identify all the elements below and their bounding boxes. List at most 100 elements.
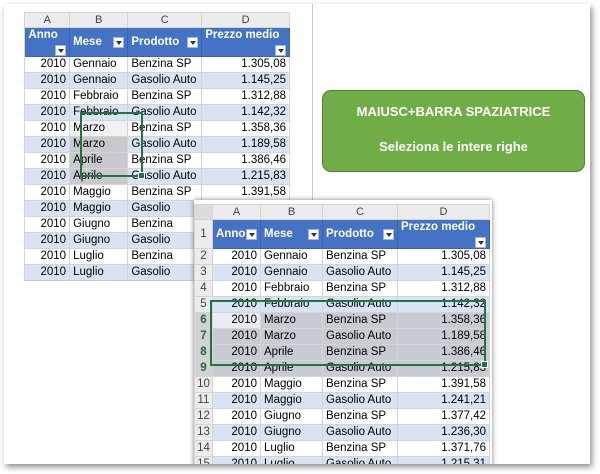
cell-mese[interactable]: Gennaio xyxy=(260,264,323,281)
cell-prodotto[interactable]: Benzina SP xyxy=(128,281,202,282)
cell-anno[interactable]: 2010 xyxy=(24,120,71,137)
cell-prezzo[interactable]: 1.241,21 xyxy=(397,392,490,409)
cell-prezzo[interactable]: 1.215,31 xyxy=(397,456,490,464)
cell-anno[interactable]: 2010 xyxy=(24,184,71,201)
cell-anno[interactable]: 2010 xyxy=(24,168,71,185)
cell-mese[interactable]: Aprile xyxy=(69,168,129,185)
cell-prodotto[interactable]: Gasolio Auto xyxy=(322,424,398,441)
cell-mese[interactable]: Luglio xyxy=(69,264,129,280)
cell-anno[interactable]: 2010 xyxy=(212,376,261,393)
row-header[interactable]: 14 xyxy=(194,440,213,457)
cell-anno[interactable]: 2010 xyxy=(212,440,261,457)
row-header[interactable]: 8 xyxy=(194,344,213,361)
cell-mese[interactable]: Giugno xyxy=(69,216,129,233)
cell-mese[interactable]: Maggio xyxy=(260,392,323,409)
cell-prodotto[interactable]: Gasolio xyxy=(127,200,203,217)
cell-prodotto[interactable]: Benzina SP xyxy=(127,56,203,73)
cell-prezzo[interactable]: 1.358,36 xyxy=(397,312,490,329)
chevron-down-icon[interactable] xyxy=(308,228,319,240)
cell-mese[interactable]: Marzo xyxy=(69,120,129,137)
cell-prezzo[interactable]: 1.358,36 xyxy=(201,120,290,137)
column-header-a[interactable]: A xyxy=(212,204,261,220)
cell-mese[interactable]: Gennaio xyxy=(69,56,129,73)
column-header-d[interactable]: D xyxy=(397,204,490,220)
cell-prodotto[interactable]: Gasolio Auto xyxy=(322,360,398,377)
cell-mese[interactable]: Giugno xyxy=(69,232,129,249)
cell-anno[interactable]: 2010 xyxy=(212,360,261,377)
cell-anno[interactable]: 2010 xyxy=(24,56,71,73)
column-header-b[interactable]: B xyxy=(260,204,323,220)
cell-anno[interactable]: 2010 xyxy=(212,344,261,361)
cell-mese[interactable]: Maggio xyxy=(69,184,129,201)
cell-anno[interactable]: 2010 xyxy=(25,281,70,282)
cell-mese[interactable]: Luglio xyxy=(260,440,323,457)
cell-anno[interactable]: 2010 xyxy=(212,312,261,329)
cell-prezzo[interactable]: 1.142,32 xyxy=(201,104,290,121)
cell-prezzo[interactable]: 1.189,58 xyxy=(201,136,290,153)
cell-prodotto[interactable]: Benzina SP xyxy=(322,440,398,457)
header-cell-anno[interactable]: Anno xyxy=(212,219,261,249)
cell-anno[interactable]: 2010 xyxy=(24,264,71,280)
cell-prezzo[interactable]: 1.377,42 xyxy=(397,408,490,425)
cell-prodotto[interactable]: Benzina SP xyxy=(322,248,398,265)
row-header[interactable]: 6 xyxy=(194,312,213,329)
cell-prezzo[interactable]: 1.305,08 xyxy=(397,248,490,265)
cell-anno[interactable]: 2010 xyxy=(212,248,261,265)
cell-prezzo[interactable]: 1.145,25 xyxy=(397,264,490,281)
row-header[interactable]: 9 xyxy=(194,360,213,377)
cell-prodotto[interactable]: Gasolio xyxy=(127,232,203,249)
cell-mese[interactable]: Aprile xyxy=(260,344,323,361)
cell-prodotto[interactable]: Benzina xyxy=(127,248,203,265)
row-header[interactable]: 4 xyxy=(194,280,213,297)
column-header-c[interactable]: C xyxy=(127,12,203,28)
cell-prezzo[interactable]: 1.305,08 xyxy=(201,56,290,73)
cell-mese[interactable]: Marzo xyxy=(69,136,129,153)
cell-prodotto[interactable]: Benzina xyxy=(127,216,203,233)
cell-mese[interactable]: Giugno xyxy=(260,424,323,441)
cell-prezzo[interactable]: 1.145,25 xyxy=(201,72,290,89)
cell-anno[interactable]: 2010 xyxy=(212,280,261,297)
cell-prezzo[interactable]: 1.391,58 xyxy=(397,376,490,393)
row-header[interactable]: 16 xyxy=(24,281,25,282)
cell-anno[interactable]: 2010 xyxy=(24,216,71,233)
cell-prodotto[interactable]: Gasolio Auto xyxy=(322,392,398,409)
cell-prodotto[interactable]: Benzina SP xyxy=(322,344,398,361)
cell-prodotto[interactable]: Benzina SP xyxy=(322,376,398,393)
chevron-down-icon[interactable] xyxy=(113,36,125,48)
cell-prodotto[interactable]: Benzina SP xyxy=(322,408,398,425)
cell-mese[interactable]: Febbraio xyxy=(260,280,323,297)
cell-prezzo[interactable]: 1.215,83 xyxy=(201,168,290,185)
column-header-a[interactable]: A xyxy=(24,12,71,28)
row-header[interactable]: 3 xyxy=(194,264,213,281)
row-header[interactable]: 11 xyxy=(194,392,213,409)
cell-prezzo[interactable]: 1.215,83 xyxy=(397,360,490,377)
chevron-down-icon[interactable] xyxy=(475,237,486,248)
cell-prezzo[interactable]: 1.142,32 xyxy=(397,296,490,313)
cell-mese[interactable]: Luglio xyxy=(260,456,323,464)
row-header[interactable]: 5 xyxy=(194,296,213,313)
cell-prodotto[interactable]: Benzina SP xyxy=(127,120,203,137)
cell-anno[interactable]: 2010 xyxy=(24,136,71,153)
cell-prezzo[interactable]: 1.391,58 xyxy=(201,184,290,201)
select-all-corner[interactable] xyxy=(194,204,213,220)
cell-prodotto[interactable]: Benzina SP xyxy=(127,184,203,201)
cell-prodotto[interactable]: Gasolio xyxy=(127,264,203,280)
cell-mese[interactable]: Febbraio xyxy=(260,296,323,313)
cell-mese[interactable]: Marzo xyxy=(260,328,323,345)
cell-prodotto[interactable]: Gasolio Auto xyxy=(322,456,398,464)
header-cell-mese[interactable]: Mese xyxy=(260,219,323,249)
cell-prezzo[interactable]: 1.371,76 xyxy=(397,440,490,457)
cell-prodotto[interactable]: Gasolio Auto xyxy=(322,264,398,281)
row-header[interactable]: 12 xyxy=(194,408,213,425)
cell-prodotto[interactable]: Benzina SP xyxy=(127,88,203,105)
cell-prodotto[interactable]: Gasolio Auto xyxy=(127,168,203,185)
cell-anno[interactable]: 2010 xyxy=(212,456,261,464)
cell-mese[interactable]: Giugno xyxy=(260,408,323,425)
cell-mese[interactable]: Agosto xyxy=(70,281,128,282)
cell-anno[interactable]: 2010 xyxy=(212,392,261,409)
cell-prodotto[interactable]: Gasolio Auto xyxy=(322,296,398,313)
cell-mese[interactable]: Febbraio xyxy=(69,88,129,105)
column-header-b[interactable]: B xyxy=(69,12,129,28)
cell-anno[interactable]: 2010 xyxy=(212,296,261,313)
cell-anno[interactable]: 2010 xyxy=(24,88,71,105)
